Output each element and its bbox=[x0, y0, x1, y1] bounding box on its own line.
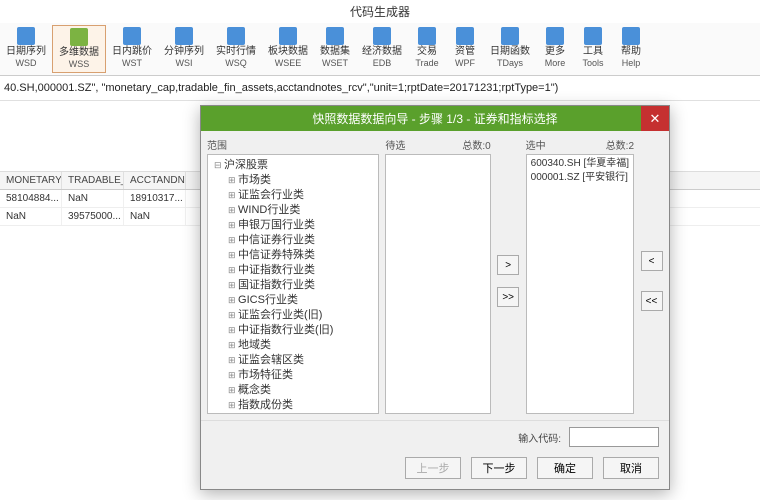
toolbar-tdays[interactable]: 日期函数TDays bbox=[484, 25, 536, 73]
pending-label: 待选 bbox=[385, 137, 405, 152]
close-button[interactable]: ✕ bbox=[641, 106, 669, 131]
formula-bar: 40.SH,000001.SZ", "monetary_cap,tradable… bbox=[0, 76, 760, 101]
add-button[interactable]: > bbox=[497, 255, 519, 275]
remove-button[interactable]: < bbox=[641, 251, 663, 271]
wset-icon bbox=[326, 27, 344, 45]
toolbar: 日期序列WSD多维数据WSS日内跳价WST分钟序列WSI实时行情WSQ板块数据W… bbox=[0, 23, 760, 76]
toolbar-wst[interactable]: 日内跳价WST bbox=[106, 25, 158, 73]
cancel-button[interactable]: 取消 bbox=[603, 457, 659, 479]
toolbar-wsi[interactable]: 分钟序列WSI bbox=[158, 25, 210, 73]
close-icon: ✕ bbox=[650, 111, 661, 127]
col-header: TRADABLE_F bbox=[62, 172, 124, 189]
tree-item[interactable]: 机构持股类(近6月) bbox=[210, 413, 376, 414]
selected-item[interactable]: 000001.SZ [平安银行] bbox=[531, 171, 629, 185]
tree-item[interactable]: 证监会行业类(旧) bbox=[210, 308, 376, 323]
selected-list[interactable]: 600340.SH [华夏幸福]000001.SZ [平安银行] bbox=[526, 154, 634, 414]
toolbar-trade[interactable]: 交易Trade bbox=[408, 25, 446, 73]
dialog-title: 快照数据数据向导 - 步骤 1/3 - 证券和指标选择 bbox=[312, 112, 557, 126]
app-title: 代码生成器 bbox=[0, 0, 760, 23]
toolbar-wss[interactable]: 多维数据WSS bbox=[52, 25, 106, 73]
toolbar-edb[interactable]: 经济数据EDB bbox=[356, 25, 408, 73]
tools-icon bbox=[584, 27, 602, 45]
tree-item[interactable]: 市场类 bbox=[210, 173, 376, 188]
add-all-button[interactable]: >> bbox=[497, 287, 519, 307]
wsee-icon bbox=[279, 27, 297, 45]
tree-item[interactable]: 中信证券行业类 bbox=[210, 233, 376, 248]
tree-item[interactable]: 市场特征类 bbox=[210, 368, 376, 383]
toolbar-help[interactable]: 帮助Help bbox=[612, 25, 650, 73]
code-input[interactable] bbox=[569, 427, 659, 447]
tree-item[interactable]: 概念类 bbox=[210, 383, 376, 398]
tree-item[interactable]: 中证指数行业类 bbox=[210, 263, 376, 278]
col-header: ACCTANDN bbox=[124, 172, 186, 189]
more-icon bbox=[546, 27, 564, 45]
tree-item[interactable]: GICS行业类 bbox=[210, 293, 376, 308]
code-input-label: 输入代码: bbox=[518, 430, 561, 445]
wpf-icon bbox=[456, 27, 474, 45]
selected-count: 总数:2 bbox=[606, 137, 634, 152]
tree-item[interactable]: 地域类 bbox=[210, 338, 376, 353]
tree-item[interactable]: 证监会辖区类 bbox=[210, 353, 376, 368]
tree-item[interactable]: 证监会行业类 bbox=[210, 188, 376, 203]
wss-icon bbox=[70, 28, 88, 46]
pending-list[interactable] bbox=[385, 154, 490, 414]
tree-item[interactable]: 指数成份类 bbox=[210, 398, 376, 413]
wsi-icon bbox=[175, 27, 193, 45]
remove-all-button[interactable]: << bbox=[641, 291, 663, 311]
scope-tree[interactable]: 沪深股票 市场类证监会行业类WIND行业类申银万国行业类中信证券行业类中信证券特… bbox=[207, 154, 379, 414]
wsd-icon bbox=[17, 27, 35, 45]
col-header: MONETARY bbox=[0, 172, 62, 189]
toolbar-more[interactable]: 更多More bbox=[536, 25, 574, 73]
wizard-dialog: 快照数据数据向导 - 步骤 1/3 - 证券和指标选择 ✕ 范围 沪深股票 市场… bbox=[200, 105, 670, 490]
tree-item[interactable]: 中信证券特殊类 bbox=[210, 248, 376, 263]
toolbar-wpf[interactable]: 资管WPF bbox=[446, 25, 484, 73]
next-button[interactable]: 下一步 bbox=[471, 457, 527, 479]
tdays-icon bbox=[501, 27, 519, 45]
wsq-icon bbox=[227, 27, 245, 45]
selected-item[interactable]: 600340.SH [华夏幸福] bbox=[531, 157, 629, 171]
toolbar-wset[interactable]: 数据集WSET bbox=[314, 25, 356, 73]
toolbar-tools[interactable]: 工具Tools bbox=[574, 25, 612, 73]
selected-label: 选中 bbox=[526, 137, 546, 152]
wst-icon bbox=[123, 27, 141, 45]
tree-item[interactable]: WIND行业类 bbox=[210, 203, 376, 218]
tree-root[interactable]: 沪深股票 bbox=[210, 157, 376, 173]
prev-button: 上一步 bbox=[405, 457, 461, 479]
help-icon bbox=[622, 27, 640, 45]
toolbar-wsd[interactable]: 日期序列WSD bbox=[0, 25, 52, 73]
tree-item[interactable]: 中证指数行业类(旧) bbox=[210, 323, 376, 338]
scope-label: 范围 bbox=[207, 137, 227, 152]
pending-count: 总数:0 bbox=[462, 137, 490, 152]
ok-button[interactable]: 确定 bbox=[537, 457, 593, 479]
trade-icon bbox=[418, 27, 436, 45]
dialog-title-bar: 快照数据数据向导 - 步骤 1/3 - 证券和指标选择 ✕ bbox=[201, 106, 669, 131]
toolbar-wsee[interactable]: 板块数据WSEE bbox=[262, 25, 314, 73]
edb-icon bbox=[373, 27, 391, 45]
tree-item[interactable]: 国证指数行业类 bbox=[210, 278, 376, 293]
toolbar-wsq[interactable]: 实时行情WSQ bbox=[210, 25, 262, 73]
tree-item[interactable]: 申银万国行业类 bbox=[210, 218, 376, 233]
